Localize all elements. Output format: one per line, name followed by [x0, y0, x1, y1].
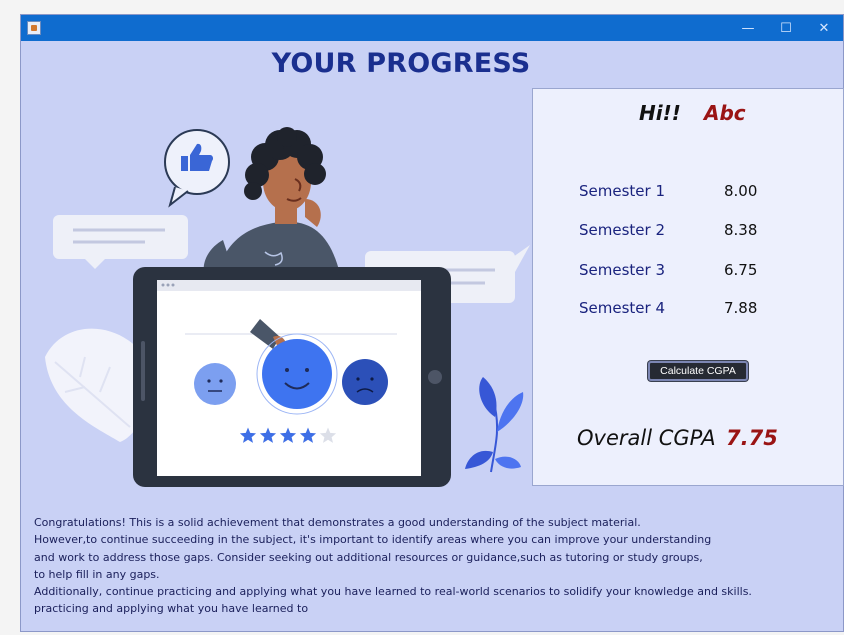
sad-face-icon	[342, 359, 388, 405]
feedback-line: Additionally, continue practicing and ap…	[34, 585, 752, 599]
app-window: — ☐ ✕ YOUR PROGRESS Hi!! Abc Semester 1 …	[20, 14, 844, 632]
semester-row: Semester 2 8.38	[579, 221, 809, 243]
feedback-line: practicing and applying what you have le…	[34, 602, 309, 616]
maximize-button[interactable]: ☐	[767, 15, 805, 41]
overall-cgpa-label: Overall CGPA	[577, 426, 716, 450]
window-controls: — ☐ ✕	[729, 15, 843, 41]
semester-row: Semester 1 8.00	[579, 182, 809, 204]
overall-cgpa-value: 7.75	[726, 426, 778, 450]
semester-label: Semester 1	[579, 182, 665, 200]
page-title: YOUR PROGRESS	[271, 48, 531, 79]
semester-gpa: 8.00	[724, 182, 758, 200]
semester-row: Semester 4 7.88	[579, 299, 809, 321]
semester-row: Semester 3 6.75	[579, 261, 809, 283]
neutral-face-icon	[194, 363, 236, 405]
greeting-label: Hi!!	[639, 101, 681, 125]
semester-gpa: 7.88	[724, 299, 758, 317]
happy-face-icon	[256, 333, 338, 415]
progress-illustration	[45, 127, 530, 487]
close-button[interactable]: ✕	[805, 15, 843, 41]
java-app-icon	[27, 21, 41, 35]
feedback-line: However,to continue succeeding in the su…	[34, 533, 712, 547]
semester-label: Semester 2	[579, 221, 665, 239]
plant-decoration	[465, 377, 524, 473]
semester-label: Semester 3	[579, 261, 665, 279]
chat-bubble-left	[53, 215, 188, 259]
semester-gpa: 6.75	[724, 261, 758, 279]
feedback-line: and work to address those gaps. Consider…	[34, 550, 703, 564]
feedback-message: Congratulations! This is a solid achieve…	[34, 514, 834, 618]
results-panel: Hi!! Abc Semester 1 8.00 Semester 2 8.38…	[532, 88, 844, 486]
minimize-button[interactable]: —	[729, 15, 767, 41]
feedback-line: to help fill in any gaps.	[34, 567, 160, 581]
username-label: Abc	[704, 101, 746, 125]
feedback-line: Congratulations! This is a solid achieve…	[34, 516, 641, 529]
tablet-home-button	[428, 370, 442, 384]
title-bar[interactable]: — ☐ ✕	[21, 15, 843, 41]
calculate-cgpa-button[interactable]: Calculate CGPA	[648, 361, 748, 381]
semester-gpa: 8.38	[724, 221, 758, 239]
semester-label: Semester 4	[579, 299, 665, 317]
